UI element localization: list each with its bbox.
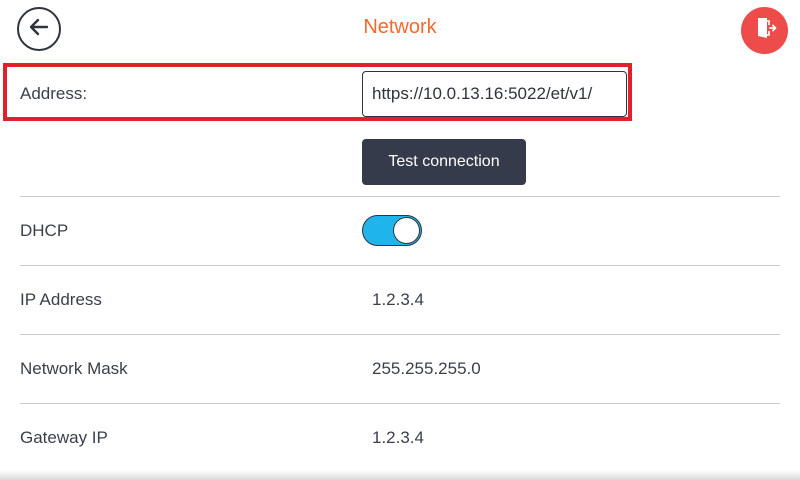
header: Network xyxy=(0,0,800,60)
test-connection-button[interactable]: Test connection xyxy=(362,139,526,185)
dhcp-toggle[interactable] xyxy=(362,215,422,246)
address-label: Address: xyxy=(20,84,88,103)
exit-door-icon xyxy=(753,16,777,45)
ip-address-label: IP Address xyxy=(20,290,102,309)
address-input[interactable] xyxy=(362,71,627,117)
gateway-ip-value: 1.2.3.4 xyxy=(372,428,424,447)
network-mask-value: 255.255.255.0 xyxy=(372,359,481,378)
network-mask-label: Network Mask xyxy=(20,359,128,378)
dhcp-label: DHCP xyxy=(20,221,69,240)
divider xyxy=(20,334,780,335)
divider xyxy=(20,196,780,197)
gateway-ip-label: Gateway IP xyxy=(20,428,108,447)
ip-address-value: 1.2.3.4 xyxy=(372,290,424,309)
divider xyxy=(20,403,780,404)
network-settings-page: Network Address: Test connection DHCP IP… xyxy=(0,0,800,480)
bottom-shadow xyxy=(0,470,800,480)
toggle-knob xyxy=(393,217,420,244)
divider xyxy=(20,265,780,266)
page-title: Network xyxy=(363,16,437,38)
exit-button[interactable] xyxy=(741,7,788,54)
